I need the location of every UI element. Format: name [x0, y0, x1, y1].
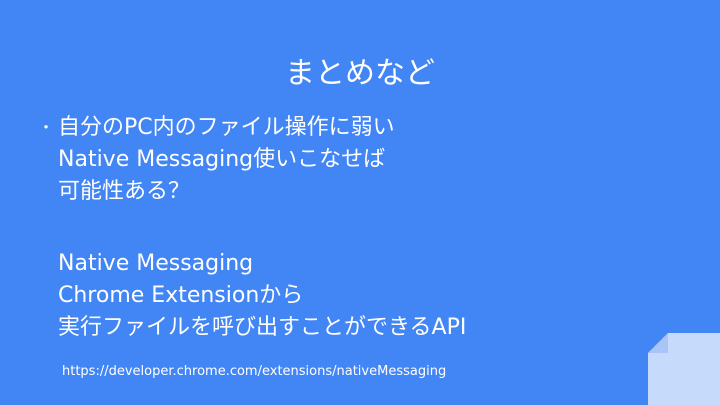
page-curl-decoration [648, 333, 720, 405]
bullet-marker: ・ [38, 118, 55, 137]
body-line: 可能性ある？ [58, 179, 191, 204]
bullet-item: ・ 自分のPC内のファイル操作に弱い [38, 112, 658, 144]
slide: まとめなど ・ 自分のPC内のファイル操作に弱い Native Messagin… [0, 0, 720, 405]
body-line: Native Messaging [58, 251, 254, 276]
body-line: Chrome Extensionから [58, 283, 304, 308]
body-line: 実行ファイルを呼び出すことができるAPI [58, 315, 467, 340]
bullet-text: 自分のPC内のファイル操作に弱い [58, 115, 395, 140]
slide-body: ・ 自分のPC内のファイル操作に弱い Native Messaging使いこなせ… [38, 112, 658, 344]
body-line: Native Messaging使いこなせば [58, 147, 386, 172]
page-curl-shadow [648, 333, 668, 353]
reference-url[interactable]: https://developer.chrome.com/extensions/… [62, 363, 446, 381]
slide-title: まとめなど [285, 56, 435, 91]
